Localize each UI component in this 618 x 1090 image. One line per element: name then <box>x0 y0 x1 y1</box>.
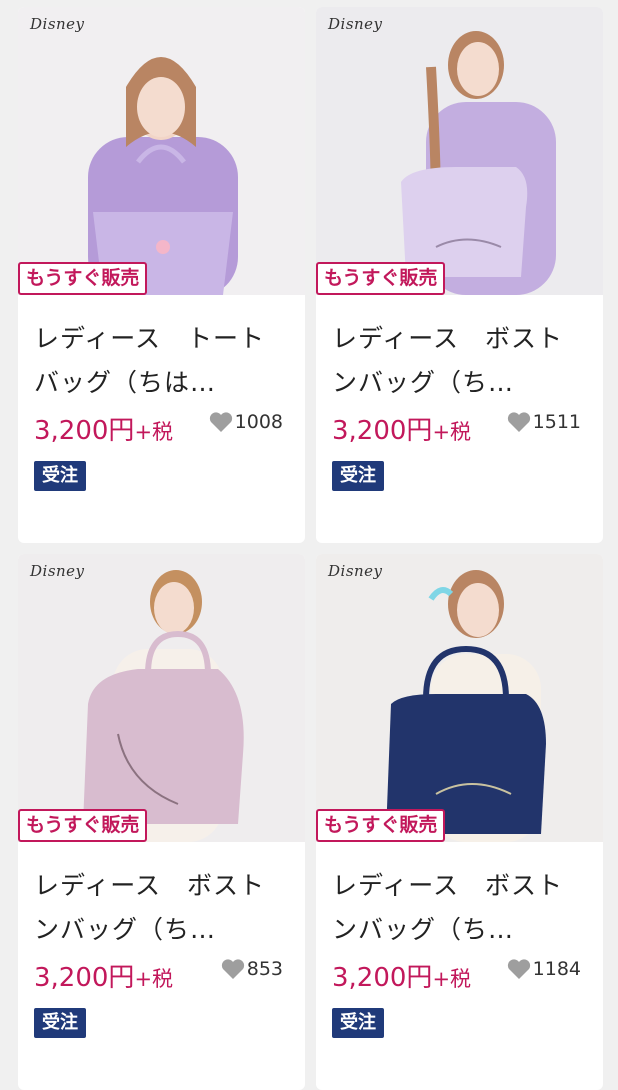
product-title[interactable]: レディース トートバッグ（ちは… <box>34 317 289 405</box>
like-counter[interactable]: 1184 <box>507 958 581 980</box>
product-title[interactable]: レディース ボストンバッグ（ち… <box>34 864 289 952</box>
brand-logo: Disney <box>328 562 383 580</box>
product-card[interactable]: Disney もうすぐ販売 レディース トートバッグ（ちは… 3,200円+税 … <box>18 7 305 543</box>
price-row: 3,200円+税 1008 <box>34 411 305 453</box>
product-title[interactable]: レディース ボストンバッグ（ち… <box>332 864 587 952</box>
brand-logo: Disney <box>328 15 383 33</box>
like-counter[interactable]: 1511 <box>507 411 581 433</box>
tax-label: +税 <box>134 967 174 991</box>
order-badge: 受注 <box>34 1008 86 1038</box>
tax-label: +税 <box>432 967 472 991</box>
price: 3,200円 <box>34 416 135 446</box>
coming-soon-badge: もうすぐ販売 <box>316 262 446 295</box>
coming-soon-badge: もうすぐ販売 <box>18 262 148 295</box>
tax-label: +税 <box>134 420 174 444</box>
product-card[interactable]: Disney もうすぐ販売 レディース ボストンバッグ（ち… 3,200円+税 … <box>316 7 603 543</box>
product-image[interactable]: Disney もうすぐ販売 <box>18 7 305 295</box>
price: 3,200円 <box>332 416 433 446</box>
product-card[interactable]: Disney もうすぐ販売 レディース ボストンバッグ（ち… 3,200円+税 … <box>18 554 305 1090</box>
brand-logo: Disney <box>30 15 85 33</box>
product-grid: Disney もうすぐ販売 レディース トートバッグ（ちは… 3,200円+税 … <box>0 0 618 1090</box>
price-row: 3,200円+税 1511 <box>332 411 603 453</box>
like-counter[interactable]: 853 <box>221 958 283 980</box>
price-row: 3,200円+税 853 <box>34 958 305 1000</box>
price: 3,200円 <box>34 963 135 993</box>
heart-icon[interactable] <box>221 958 245 980</box>
order-badge: 受注 <box>34 461 86 491</box>
like-counter[interactable]: 1008 <box>209 411 283 433</box>
like-count: 1008 <box>234 411 283 433</box>
brand-logo: Disney <box>30 562 85 580</box>
heart-icon[interactable] <box>209 411 233 433</box>
product-card[interactable]: Disney もうすぐ販売 レディース ボストンバッグ（ち… 3,200円+税 … <box>316 554 603 1090</box>
product-image[interactable]: Disney もうすぐ販売 <box>316 7 603 295</box>
product-image[interactable]: Disney もうすぐ販売 <box>316 554 603 842</box>
like-count: 1511 <box>532 411 581 433</box>
product-title[interactable]: レディース ボストンバッグ（ち… <box>332 317 587 405</box>
like-count: 853 <box>246 958 283 980</box>
coming-soon-badge: もうすぐ販売 <box>18 809 148 842</box>
product-image[interactable]: Disney もうすぐ販売 <box>18 554 305 842</box>
order-badge: 受注 <box>332 1008 384 1038</box>
tax-label: +税 <box>432 420 472 444</box>
coming-soon-badge: もうすぐ販売 <box>316 809 446 842</box>
heart-icon[interactable] <box>507 411 531 433</box>
price: 3,200円 <box>332 963 433 993</box>
order-badge: 受注 <box>332 461 384 491</box>
like-count: 1184 <box>532 958 581 980</box>
price-row: 3,200円+税 1184 <box>332 958 603 1000</box>
heart-icon[interactable] <box>507 958 531 980</box>
